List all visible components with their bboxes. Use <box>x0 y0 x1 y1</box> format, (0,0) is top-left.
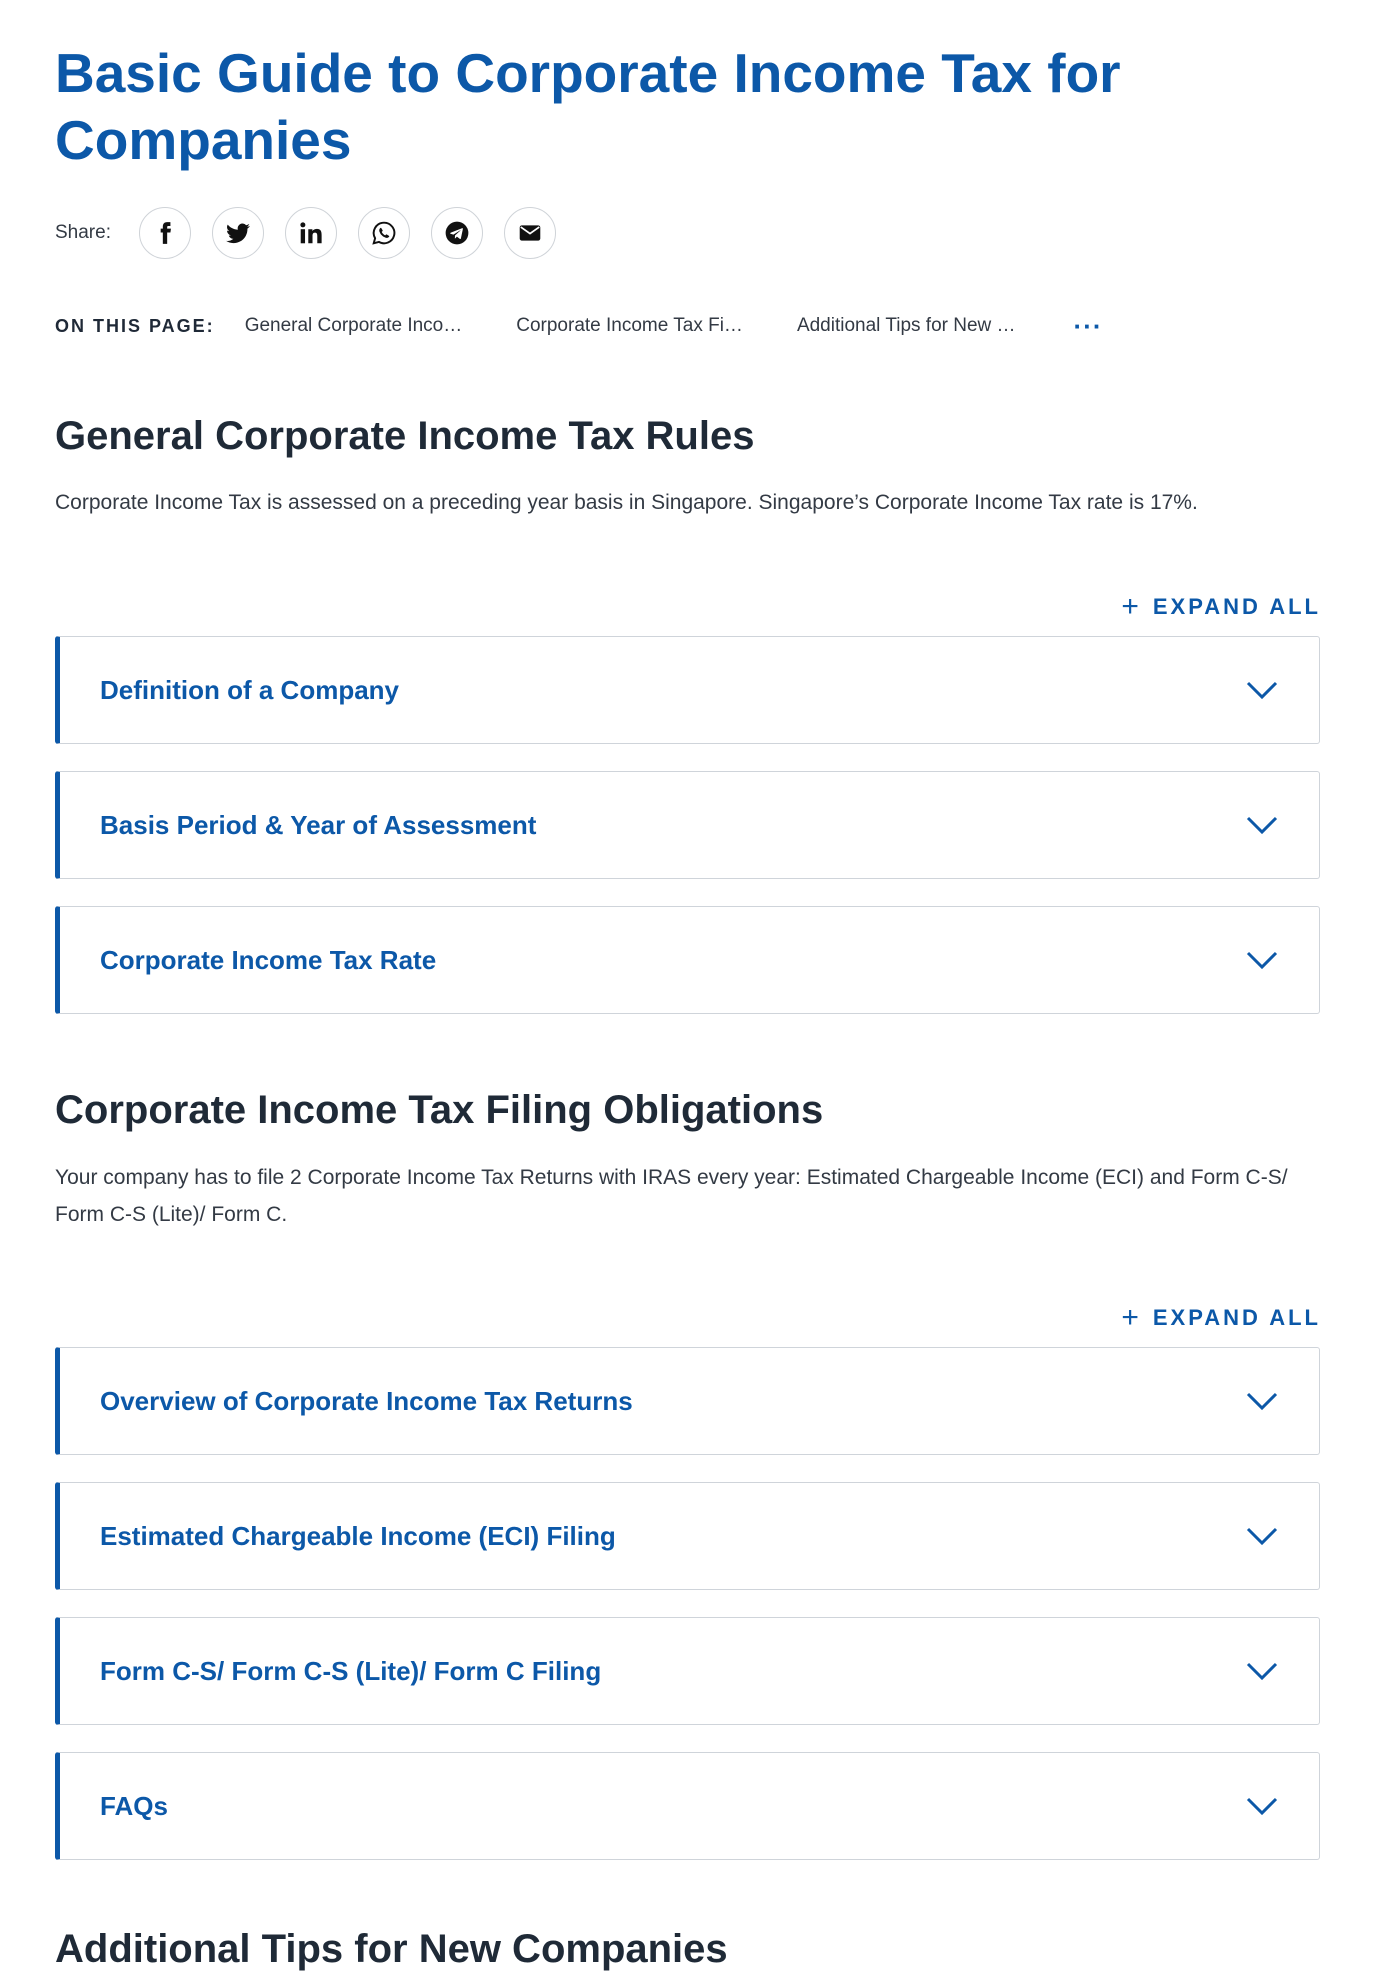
page: Basic Guide to Corporate Income Tax for … <box>0 0 1381 1971</box>
chevron-down-icon <box>1245 1384 1279 1418</box>
accordion-tax-rate[interactable]: Corporate Income Tax Rate <box>55 906 1320 1014</box>
share-telegram-button[interactable] <box>430 207 483 259</box>
chevron-down-icon <box>1245 808 1279 842</box>
whatsapp-icon <box>372 221 396 245</box>
on-this-page-link-tips[interactable]: Additional Tips for New … <box>797 315 1016 337</box>
share-label: Share: <box>55 222 111 243</box>
accordion-basis-period[interactable]: Basis Period & Year of Assessment <box>55 771 1320 879</box>
expand-all-label: EXPAND ALL <box>1152 594 1321 619</box>
accordion-definition-of-company[interactable]: Definition of a Company <box>55 636 1320 744</box>
share-facebook-button[interactable] <box>138 207 191 259</box>
accordion-title: Basis Period & Year of Assessment <box>100 809 537 840</box>
on-this-page-nav: ON THIS PAGE: General Corporate Inco… Co… <box>55 310 1103 342</box>
accordion-title: Form C-S/ Form C-S (Lite)/ Form C Filing <box>100 1655 602 1686</box>
more-options-icon[interactable]: ··· <box>1074 313 1103 339</box>
section-text-filing-obligations: Your company has to file 2 Corporate Inc… <box>55 1166 1288 1226</box>
accordion-title: Estimated Chargeable Income (ECI) Filing <box>100 1520 616 1551</box>
chevron-down-icon <box>1245 1519 1279 1553</box>
chevron-down-icon <box>1245 943 1279 977</box>
accordion-title: Overview of Corporate Income Tax Returns <box>100 1385 633 1416</box>
email-icon <box>519 225 541 241</box>
on-this-page-label: ON THIS PAGE: <box>55 315 215 336</box>
plus-icon: + <box>1121 1301 1139 1334</box>
share-whatsapp-button[interactable] <box>357 207 410 259</box>
telegram-icon <box>445 221 469 245</box>
share-linkedin-button[interactable] <box>284 207 337 259</box>
expand-all-button-general-rules[interactable]: + EXPAND ALL <box>1121 590 1321 623</box>
linkedin-icon <box>300 222 322 244</box>
plus-icon: + <box>1121 590 1139 623</box>
accordion-form-cs-filing[interactable]: Form C-S/ Form C-S (Lite)/ Form C Filing <box>55 1617 1320 1725</box>
expand-all-button-filing-obligations[interactable]: + EXPAND ALL <box>1121 1301 1321 1334</box>
chevron-down-icon <box>1245 1789 1279 1823</box>
on-this-page-link-filing[interactable]: Corporate Income Tax Fi… <box>516 315 743 337</box>
share-email-button[interactable] <box>503 207 556 259</box>
accordion-faqs[interactable]: FAQs <box>55 1752 1320 1860</box>
on-this-page-link-general[interactable]: General Corporate Inco… <box>245 315 463 337</box>
share-bar: Share: <box>55 205 577 261</box>
twitter-icon <box>226 223 250 244</box>
accordion-title: Corporate Income Tax Rate <box>100 944 437 975</box>
facebook-icon <box>160 222 171 244</box>
chevron-down-icon <box>1245 1654 1279 1688</box>
chevron-down-icon <box>1245 673 1279 707</box>
section-heading-additional-tips: Additional Tips for New Companies <box>55 1927 728 1971</box>
section-heading-filing-obligations: Corporate Income Tax Filing Obligations <box>55 1088 824 1132</box>
page-title: Basic Guide to Corporate Income Tax for … <box>55 42 1121 171</box>
accordion-eci-filing[interactable]: Estimated Chargeable Income (ECI) Filing <box>55 1482 1320 1590</box>
expand-all-label: EXPAND ALL <box>1152 1305 1321 1330</box>
accordion-overview-returns[interactable]: Overview of Corporate Income Tax Returns <box>55 1347 1320 1455</box>
accordion-title: Definition of a Company <box>100 674 399 705</box>
share-twitter-button[interactable] <box>211 207 264 259</box>
section-text-general-rules: Corporate Income Tax is assessed on a pr… <box>55 491 1198 514</box>
accordion-title: FAQs <box>100 1790 168 1821</box>
section-heading-general-rules: General Corporate Income Tax Rules <box>55 414 755 458</box>
